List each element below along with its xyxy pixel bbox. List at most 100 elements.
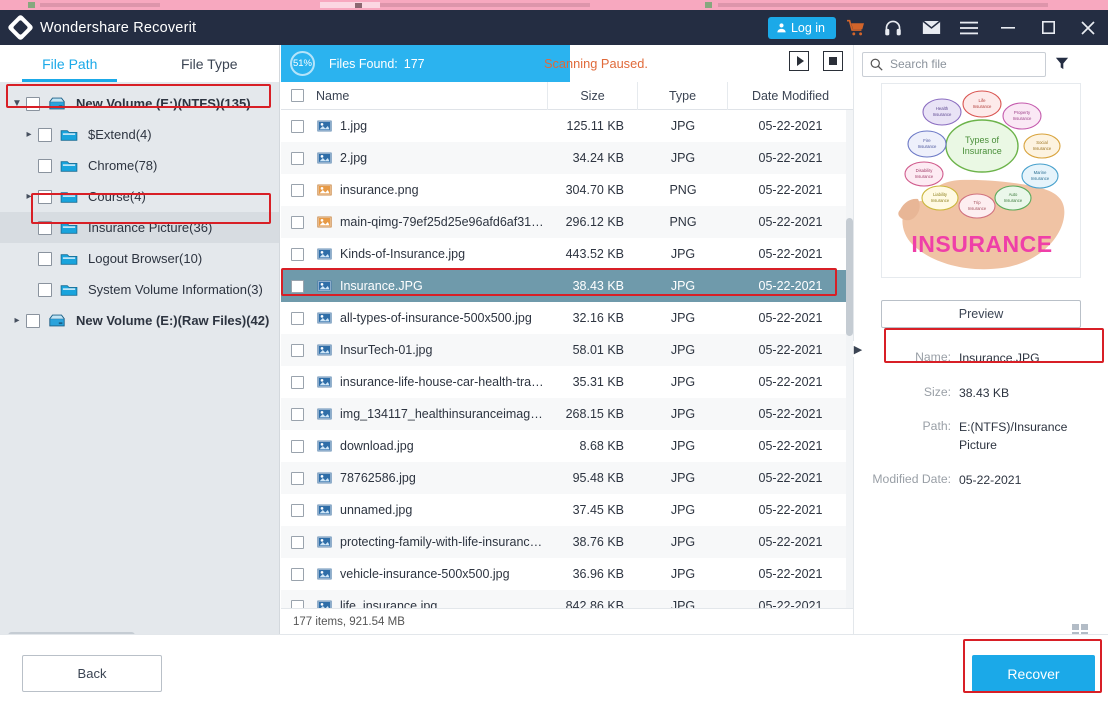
file-list-scrollbar[interactable] xyxy=(846,110,853,608)
scan-percent: 51% xyxy=(290,51,315,76)
recover-button[interactable]: Recover xyxy=(972,655,1095,692)
svg-text:Life: Life xyxy=(979,98,987,103)
table-row[interactable]: Insurance.JPG 38.43 KB JPG 05-22-2021 xyxy=(281,270,853,302)
tree-checkbox[interactable] xyxy=(26,313,40,328)
table-row[interactable]: 1.jpg 125.11 KB JPG 05-22-2021 xyxy=(281,110,853,142)
preview-button[interactable]: Preview xyxy=(881,300,1081,328)
row-size: 38.43 KB xyxy=(572,279,624,293)
chevron-down-icon[interactable]: ▼ xyxy=(8,98,26,109)
detail-key: Name: xyxy=(915,350,951,364)
tree-checkbox[interactable] xyxy=(38,189,52,204)
row-checkbox[interactable] xyxy=(290,119,304,133)
row-type: JPG xyxy=(670,311,696,325)
row-date: 05-22-2021 xyxy=(758,279,823,293)
tree-item-chrome[interactable]: ▸ Chrome(78) xyxy=(0,150,279,181)
login-button[interactable]: Log in xyxy=(767,16,836,39)
row-name: Kinds-of-Insurance.jpg xyxy=(340,247,466,261)
maximize-button[interactable] xyxy=(1028,10,1068,45)
cart-icon[interactable] xyxy=(836,10,874,45)
table-row[interactable]: 2.jpg 34.24 KB JPG 05-22-2021 xyxy=(281,142,853,174)
tree-checkbox[interactable] xyxy=(38,127,52,142)
row-checkbox[interactable] xyxy=(290,375,304,389)
tree-item-logout-browser[interactable]: ▸ Logout Browser(10) xyxy=(0,243,279,274)
file-list-scrollbar-thumb[interactable] xyxy=(846,218,853,336)
chevron-right-icon[interactable]: ▸ xyxy=(8,315,26,326)
column-header-type[interactable]: Type xyxy=(638,81,728,110)
row-checkbox[interactable] xyxy=(290,535,304,549)
chevron-right-icon[interactable]: ▸ xyxy=(20,191,38,202)
row-checkbox[interactable] xyxy=(290,407,304,421)
table-row[interactable]: img_134117_healthinsuranceimage_9x... 268… xyxy=(281,398,853,430)
column-header-name[interactable]: Name xyxy=(313,81,548,110)
row-checkbox[interactable] xyxy=(290,503,304,517)
tree-item-new-volume-raw[interactable]: ▸ New Volume (E:)(Raw Files)(42) xyxy=(0,305,279,336)
row-checkbox[interactable] xyxy=(290,343,304,357)
panel-collapse-arrow[interactable]: ▶ xyxy=(853,341,863,357)
tree-checkbox[interactable] xyxy=(38,220,52,235)
row-checkbox[interactable] xyxy=(290,311,304,325)
tree-checkbox[interactable] xyxy=(26,96,40,111)
row-size: 95.48 KB xyxy=(572,471,624,485)
search-box[interactable] xyxy=(862,51,1046,77)
row-checkbox[interactable] xyxy=(290,215,304,229)
table-row[interactable]: download.jpg 8.68 KB JPG 05-22-2021 xyxy=(281,430,853,462)
row-date: 05-22-2021 xyxy=(758,471,823,485)
row-type: JPG xyxy=(670,439,696,453)
table-row[interactable]: 78762586.jpg 95.48 KB JPG 05-22-2021 xyxy=(281,462,853,494)
row-checkbox[interactable] xyxy=(290,471,304,485)
files-found: Files Found: 177 xyxy=(329,57,425,71)
tree-item-course[interactable]: ▸ Course(4) xyxy=(0,181,279,212)
row-checkbox[interactable] xyxy=(290,151,304,165)
table-row[interactable]: unnamed.jpg 37.45 KB JPG 05-22-2021 xyxy=(281,494,853,526)
search-input[interactable] xyxy=(890,57,1030,71)
row-checkbox[interactable] xyxy=(290,183,304,197)
close-button[interactable] xyxy=(1068,10,1108,45)
tab-file-path[interactable]: File Path xyxy=(0,45,140,82)
row-checkbox[interactable] xyxy=(290,567,304,581)
tree-item-label: System Volume Information(3) xyxy=(88,282,263,297)
column-header-size[interactable]: Size xyxy=(548,81,638,110)
table-row[interactable]: insurance-life-house-car-health-travel..… xyxy=(281,366,853,398)
svg-text:Insurance: Insurance xyxy=(915,174,934,179)
row-checkbox[interactable] xyxy=(290,279,304,293)
tree-checkbox[interactable] xyxy=(38,282,52,297)
tree-item-system-volume-information[interactable]: ▸ System Volume Information(3) xyxy=(0,274,279,305)
row-name: main-qimg-79ef25d25e96afd6af314f34... xyxy=(340,215,548,229)
column-header-date[interactable]: Date Modified xyxy=(728,82,853,110)
filter-icon[interactable] xyxy=(1055,56,1069,73)
table-row[interactable]: insurance.png 304.70 KB PNG 05-22-2021 xyxy=(281,174,853,206)
row-checkbox[interactable] xyxy=(290,247,304,261)
row-date: 05-22-2021 xyxy=(758,375,823,389)
row-checkbox[interactable] xyxy=(290,439,304,453)
tree-item-new-volume-ntfs[interactable]: ▼ New Volume (E:)(NTFS)(135) xyxy=(0,88,279,119)
row-name: insurance.png xyxy=(340,183,419,197)
row-name: all-types-of-insurance-500x500.jpg xyxy=(340,311,532,325)
select-all-checkbox[interactable] xyxy=(290,89,304,102)
table-row[interactable]: life_insurance.jpg 842.86 KB JPG 05-22-2021 xyxy=(281,590,853,608)
mail-icon[interactable] xyxy=(912,10,950,45)
table-row[interactable]: InsurTech-01.jpg 58.01 KB JPG 05-22-2021 xyxy=(281,334,853,366)
tree-checkbox[interactable] xyxy=(38,251,52,266)
resume-scan-button[interactable] xyxy=(789,51,809,71)
table-row[interactable]: all-types-of-insurance-500x500.jpg 32.16 … xyxy=(281,302,853,334)
table-row[interactable]: protecting-family-with-life-insurance-..… xyxy=(281,526,853,558)
search-row xyxy=(854,45,1108,83)
svg-text:Insurance: Insurance xyxy=(973,104,992,109)
headphones-icon[interactable] xyxy=(874,10,912,45)
row-checkbox[interactable] xyxy=(290,599,304,608)
chevron-right-icon[interactable]: ▸ xyxy=(20,129,38,140)
minimize-button[interactable] xyxy=(988,10,1028,45)
row-type: JPG xyxy=(670,599,696,608)
table-row[interactable]: main-qimg-79ef25d25e96afd6af314f34... 296… xyxy=(281,206,853,238)
stop-scan-button[interactable] xyxy=(823,51,843,71)
table-row[interactable]: vehicle-insurance-500x500.jpg 36.96 KB JPG… xyxy=(281,558,853,590)
menu-icon[interactable] xyxy=(950,10,988,45)
tree-item-sextend[interactable]: ▸ $Extend(4) xyxy=(0,119,279,150)
tree-checkbox[interactable] xyxy=(38,158,52,173)
select-all-cell xyxy=(281,89,313,102)
back-button[interactable]: Back xyxy=(22,655,162,692)
file-path-panel: File Path File Type ▼ New Volume (E:)(NT… xyxy=(0,45,280,634)
table-row[interactable]: Kinds-of-Insurance.jpg 443.52 KB JPG 05-22-… xyxy=(281,238,853,270)
tab-file-type[interactable]: File Type xyxy=(140,45,280,82)
tree-item-insurance-picture[interactable]: ▸ Insurance Picture(36) xyxy=(0,212,279,243)
